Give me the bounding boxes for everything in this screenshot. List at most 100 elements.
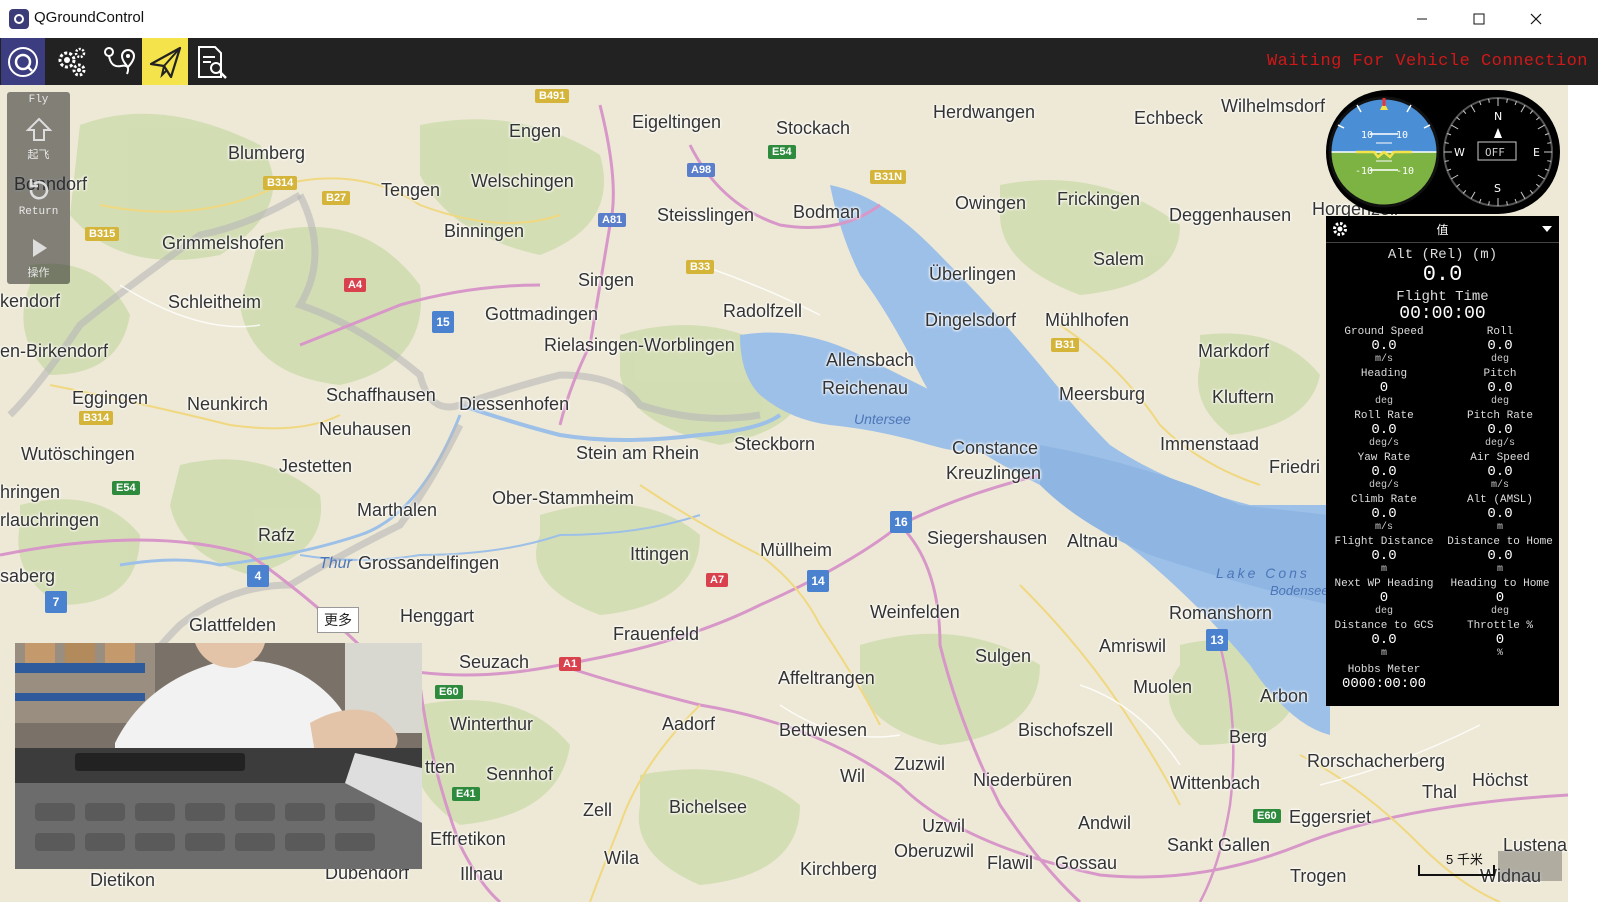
minimize-button[interactable] — [1393, 0, 1450, 38]
map-label: Grimmelshofen — [162, 233, 285, 253]
map-label: Sulgen — [975, 646, 1032, 666]
compass-tick — [1488, 201, 1490, 206]
map-label: Eigeltingen — [632, 112, 722, 132]
chevron-down-icon[interactable] — [1542, 226, 1552, 232]
value-value: 0 — [1495, 590, 1505, 606]
minimize-icon — [1416, 18, 1427, 20]
map-label: Sankt Gallen — [1167, 835, 1271, 855]
road-shield: E60 — [1253, 809, 1281, 823]
return-label[interactable]: Return — [7, 206, 70, 218]
compass-tick — [1488, 98, 1490, 103]
value-cell: Flight Distance 0.0 m — [1326, 536, 1442, 576]
value-cell: Ground Speed 0.0 m/s — [1326, 326, 1442, 366]
map-label: Frauenfeld — [613, 624, 700, 644]
compass-tick — [1547, 142, 1552, 144]
value-value: 0 — [1379, 590, 1389, 606]
map-label: Bettwiesen — [779, 720, 868, 740]
map-label: Stein am Rhein — [576, 443, 700, 463]
video-stream[interactable] — [15, 643, 422, 869]
map-label: rlauchringen — [0, 510, 100, 530]
value-value: 0000:00:00 — [1341, 676, 1426, 692]
value-value: 0 — [1379, 380, 1389, 396]
map-label: Wil — [840, 766, 865, 786]
close-button[interactable] — [1507, 0, 1564, 38]
value-unit: m/s — [1490, 480, 1509, 491]
value-cell: Heading to Home 0 deg — [1442, 578, 1558, 618]
value-cell: Distance to Home 0.0 m — [1442, 536, 1558, 576]
map-label: Berg — [1229, 727, 1268, 747]
fly-view-button[interactable] — [142, 38, 188, 85]
road-shield: 4 — [247, 565, 269, 587]
action-label[interactable]: 操作 — [7, 264, 70, 280]
map-label: Radolfzell — [723, 301, 803, 321]
alt-label: Alt (Rel) (m) — [1387, 247, 1498, 263]
takeoff-label[interactable]: 起飞 — [7, 146, 70, 162]
map-label: Ober-Stammheim — [492, 488, 635, 508]
fly-panel-header: Fly — [28, 94, 49, 106]
road-shield: B491 — [535, 89, 570, 103]
map-label: Weinfelden — [870, 602, 960, 622]
value-unit: deg — [1374, 396, 1393, 407]
map-label: Schleitheim — [168, 292, 262, 312]
zoom-control[interactable] — [1498, 851, 1562, 881]
action-play-icon[interactable] — [25, 234, 53, 262]
map-label: Rafz — [258, 525, 296, 545]
qgc-logo-icon — [8, 46, 38, 77]
maximize-button[interactable] — [1450, 0, 1507, 38]
takeoff-icon[interactable] — [25, 116, 53, 144]
map-label: Owingen — [955, 193, 1027, 213]
compass-tick — [1506, 98, 1508, 103]
more-button[interactable]: 更多 — [317, 607, 359, 633]
map-label: Meersburg — [1059, 384, 1146, 404]
map-label: Überlingen — [929, 264, 1017, 284]
map-label: Marthalen — [357, 500, 438, 520]
value-cell: Yaw Rate 0.0 deg/s — [1326, 452, 1442, 492]
value-cell: Distance to GCS 0.0 m — [1326, 620, 1442, 660]
value-unit: m — [1496, 522, 1503, 533]
plan-view-button[interactable] — [96, 38, 142, 85]
map-label: Müllheim — [760, 540, 833, 560]
road-shield: B314 — [79, 411, 114, 425]
vehicle-setup-button[interactable] — [48, 38, 94, 85]
map-label: Wilhelmsdorf — [1221, 96, 1326, 116]
value-value: 0.0 — [1487, 548, 1513, 564]
values-header[interactable]: 值 — [1326, 216, 1559, 243]
map-label: Eggingen — [72, 388, 149, 408]
app-logo-icon — [9, 9, 29, 29]
values-header-title: 值 — [1436, 224, 1449, 238]
qgc-menu-button[interactable] — [1, 38, 45, 85]
map-label: tten — [425, 757, 456, 777]
map-label: Siegershausen — [927, 528, 1048, 548]
map-label: kendorf — [0, 291, 61, 311]
map-label: Echbeck — [1134, 108, 1204, 128]
return-icon[interactable] — [25, 176, 53, 204]
instrument-panel: 10 10 -10 -10 N E S W OFF — [1326, 90, 1560, 214]
compass-tick — [1444, 142, 1449, 144]
road-shield: A7 — [706, 573, 729, 587]
window-title: QGroundControl — [34, 9, 145, 26]
value-cell: Climb Rate 0.0 m/s — [1326, 494, 1442, 534]
map-label: Wila — [604, 848, 639, 868]
road-shield: A98 — [687, 163, 716, 177]
analyze-button[interactable] — [188, 38, 234, 85]
value-cell: Alt (AMSL) 0.0 m — [1442, 494, 1558, 534]
map-label: Wutöschingen — [21, 444, 135, 464]
map-label: Sennhof — [486, 764, 554, 784]
map-label: Arbon — [1260, 686, 1309, 706]
fly-tool-strip: Fly 起飞 Return 操作 — [7, 92, 70, 284]
map-label: Deggenhausen — [1169, 205, 1292, 225]
map-label: Eggersriet — [1289, 807, 1372, 827]
paper-plane-icon — [149, 46, 182, 78]
compass-tick — [1506, 201, 1508, 206]
map-label: Grossandelfingen — [358, 553, 500, 573]
map-label: Bischofszell — [1018, 720, 1114, 740]
value-unit: deg — [1490, 606, 1509, 617]
map-label: Seuzach — [459, 652, 530, 672]
value-unit: m/s — [1374, 354, 1393, 365]
map-label: Thur — [319, 555, 352, 572]
road-shield: 14 — [807, 570, 829, 592]
flight-time-label: Flight Time — [1396, 289, 1489, 305]
value-value: 0.0 — [1487, 422, 1513, 438]
compass-indicator: N E S W OFF — [1443, 97, 1553, 207]
map-label: Allensbach — [826, 350, 915, 370]
